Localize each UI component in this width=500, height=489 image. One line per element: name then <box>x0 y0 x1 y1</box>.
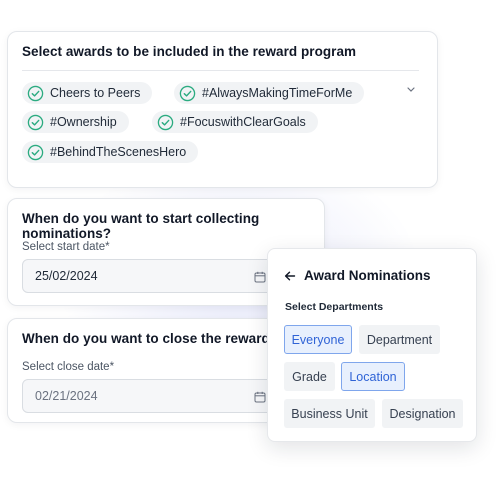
start-date-label: Select start date* <box>22 241 110 253</box>
awards-card: Select awards to be included in the rewa… <box>7 31 438 188</box>
award-chip[interactable]: #BehindTheScenesHero <box>22 141 199 163</box>
award-chip[interactable]: #Ownership <box>22 111 129 133</box>
award-chip-label: #AlwaysMakingTimeForMe <box>202 86 353 100</box>
dept-option-everyone[interactable]: Everyone <box>284 325 352 354</box>
award-chip[interactable]: Cheers to Peers <box>22 82 153 104</box>
popup-title: Award Nominations <box>304 268 431 283</box>
dept-option-grade[interactable]: Grade <box>284 362 335 391</box>
award-chip-label: #FocuswithClearGoals <box>180 115 306 129</box>
calendar-icon[interactable] <box>254 391 266 403</box>
back-arrow-icon[interactable] <box>284 270 296 282</box>
dept-option-business-unit[interactable]: Business Unit <box>284 399 375 428</box>
calendar-icon[interactable] <box>254 271 266 283</box>
check-circle-icon <box>179 85 196 101</box>
divider <box>22 70 419 71</box>
start-date-input[interactable]: 25/02/2024 <box>22 259 276 293</box>
start-date-value: 25/02/2024 <box>35 269 98 283</box>
departments-heading: Select Departments <box>285 301 384 313</box>
check-circle-icon <box>157 114 174 130</box>
close-date-label: Select close date* <box>22 361 115 373</box>
check-circle-icon <box>27 85 44 101</box>
check-circle-icon <box>27 114 44 130</box>
award-chip-label: Cheers to Peers <box>50 86 141 100</box>
dept-option-department[interactable]: Department <box>359 325 440 354</box>
award-chip[interactable]: #FocuswithClearGoals <box>152 111 318 133</box>
awards-title: Select awards to be included in the rewa… <box>22 44 357 59</box>
close-date-input[interactable]: 02/21/2024 <box>22 379 276 413</box>
dept-option-location[interactable]: Location <box>341 362 405 391</box>
check-circle-icon <box>27 144 44 160</box>
award-chip-label: #BehindTheScenesHero <box>50 145 187 159</box>
award-chip[interactable]: #AlwaysMakingTimeForMe <box>174 82 365 104</box>
award-chip-label: #Ownership <box>50 115 117 129</box>
dept-option-designation[interactable]: Designation <box>382 399 463 428</box>
popup-header: Award Nominations <box>284 268 431 283</box>
start-date-title: When do you want to start collecting nom… <box>22 211 260 241</box>
chevron-down-icon[interactable] <box>405 85 417 95</box>
award-nominations-popup: Award Nominations Select Departments Eve… <box>267 248 477 442</box>
close-date-placeholder: 02/21/2024 <box>35 389 98 403</box>
